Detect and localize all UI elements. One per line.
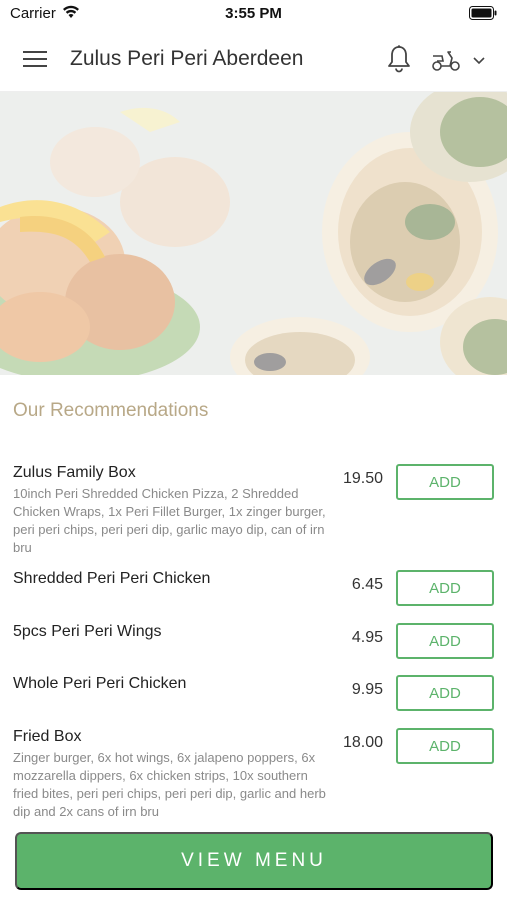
item-price: 9.95	[351, 681, 383, 698]
item-price: 19.50	[342, 470, 383, 487]
item-description: Zinger burger, 6x hot wings, 6x jalapeno…	[13, 750, 326, 819]
hero-food-image	[0, 92, 507, 375]
bell-icon[interactable]	[385, 44, 413, 74]
item-description: 10inch Peri Shredded Chicken Pizza, 2 Sh…	[13, 486, 326, 555]
recommendations-title: Our Recommendations	[13, 400, 209, 421]
menu-icon[interactable]	[22, 48, 48, 70]
status-bar: Carrier 3:55 PM	[0, 0, 507, 28]
clock: 3:55 PM	[225, 5, 282, 22]
item-name: Shredded Peri Peri Chicken	[13, 570, 211, 587]
add-button[interactable]: ADD	[396, 464, 494, 500]
item-price: 4.95	[351, 629, 383, 646]
item-price: 6.45	[351, 576, 383, 593]
view-menu-button[interactable]: VIEW MENU	[15, 832, 493, 890]
add-button[interactable]: ADD	[396, 570, 494, 606]
item-name: Fried Box	[13, 728, 82, 745]
add-button[interactable]: ADD	[396, 675, 494, 711]
item-name: Whole Peri Peri Chicken	[13, 675, 187, 692]
item-name: 5pcs Peri Peri Wings	[13, 623, 162, 640]
page-title: Zulus Peri Peri Aberdeen	[70, 47, 304, 70]
hero-food-illustration	[0, 92, 507, 375]
scooter-icon[interactable]	[430, 48, 462, 72]
app-header: Zulus Peri Peri Aberdeen	[0, 28, 507, 92]
item-name: Zulus Family Box	[13, 464, 136, 481]
add-button[interactable]: ADD	[396, 728, 494, 764]
chevron-down-icon[interactable]	[471, 52, 487, 68]
item-price: 18.00	[342, 734, 383, 751]
battery-icon	[469, 6, 497, 20]
add-button[interactable]: ADD	[396, 623, 494, 659]
